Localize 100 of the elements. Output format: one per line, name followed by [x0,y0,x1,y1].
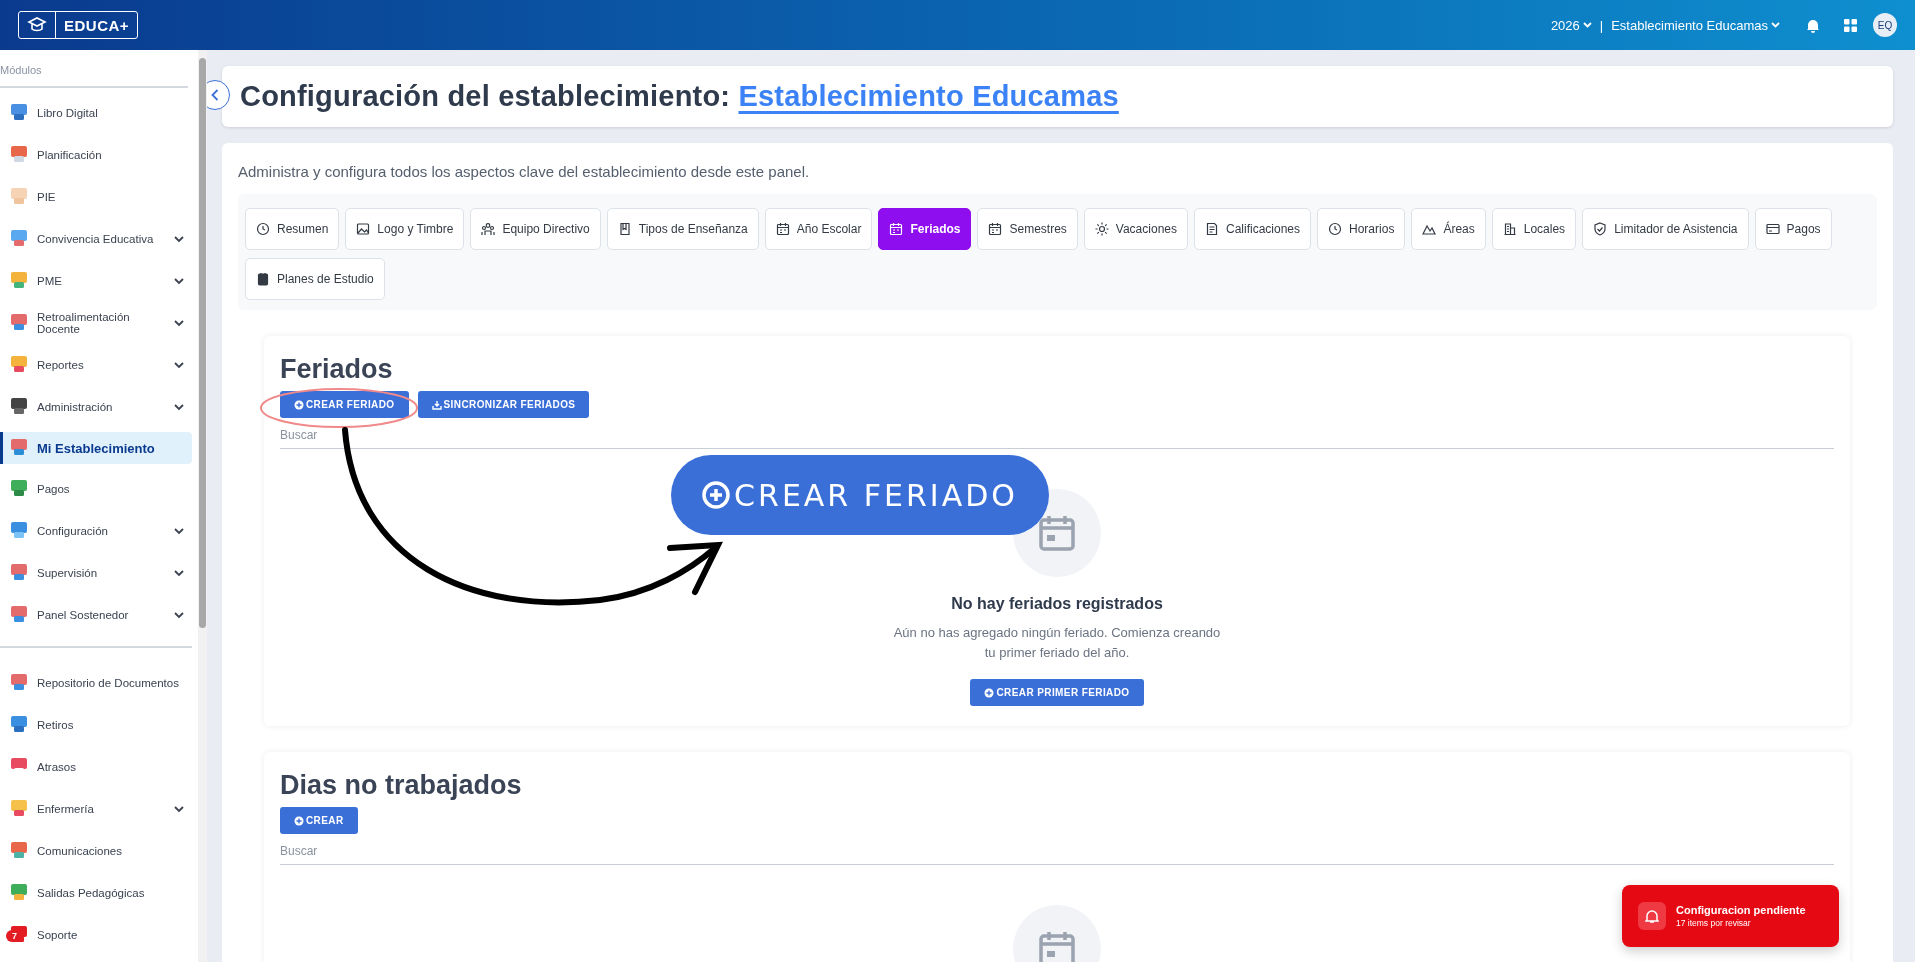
notification-bell-icon[interactable] [1806,17,1820,33]
pending-config-toast[interactable]: Configuracion pendiente 17 items por revisar [1622,885,1839,947]
tab[interactable]: Locales [1491,208,1577,250]
sidebar-item[interactable]: PME [0,260,192,302]
module-icon [9,312,29,332]
plus-circle-icon [294,815,304,826]
notification-bell-icon [1645,908,1659,924]
scrollbar[interactable] [198,50,207,962]
establishment-selector[interactable]: Establecimiento Educamas [1611,17,1780,33]
user-avatar[interactable]: EQ [1873,13,1897,37]
graduation-cap-icon [27,16,47,34]
tab[interactable]: Vacaciones [1083,208,1188,250]
plus-circle-icon [294,399,304,410]
clipboard-icon [256,272,270,286]
module-icon [9,478,29,498]
tab[interactable]: Horarios [1317,208,1406,250]
search-field[interactable]: Buscar [280,418,1834,449]
module-icon [9,228,29,248]
clock-icon [256,222,270,236]
search-field[interactable]: Buscar [280,834,1834,865]
people-icon [481,222,496,236]
module-icon [9,562,29,582]
section-title: Dias no trabajados [280,770,523,801]
sidebar-item[interactable]: Configuración [0,510,192,552]
module-icon [9,396,29,416]
tab[interactable]: Calificaciones [1194,208,1312,250]
chevron-down-icon [174,403,184,411]
sidebar-item[interactable]: Planificación [0,134,192,176]
chevron-down-icon [174,235,184,243]
chevron-down-icon [174,611,184,619]
tab[interactable]: Año Escolar [764,208,873,250]
year-selector[interactable]: 2026 [1550,17,1592,33]
chevron-left-icon [211,89,219,101]
module-icon [9,102,29,122]
sidebar-item[interactable]: PIE [0,176,192,218]
sidebar-item[interactable]: Retiros [0,704,192,746]
chevron-down-icon [1771,22,1780,28]
image-icon [356,222,371,236]
tab[interactable]: Logo y Timbre [345,208,465,250]
sidebar-item[interactable]: Libro Digital [0,92,192,134]
toast-title: Configuracion pendiente [1676,904,1806,916]
calendar-icon [1037,929,1077,962]
module-icon [9,840,29,860]
establishment-link[interactable]: Establecimiento Educamas [738,80,1119,112]
sidebar-item[interactable]: Enfermería [0,788,192,830]
chevron-down-icon [174,805,184,813]
tab[interactable]: Feriados [878,208,972,250]
page-description: Administra y configura todos los aspectos clave del establecimiento desde este panel. [238,163,811,180]
collapse-sidebar-button[interactable] [207,80,230,110]
module-icon [9,354,29,374]
module-icon [9,714,29,734]
tab[interactable]: Limitador de Asistencia [1582,208,1749,250]
sidebar-heading: Módulos [0,50,188,88]
sidebar-item[interactable]: Atrasos [0,746,192,788]
tab[interactable]: Tipos de Enseñanza [606,208,759,250]
sidebar-item[interactable]: Comunicaciones [0,830,192,872]
plus-circle-icon [702,481,731,509]
module-icon [9,186,29,206]
sidebar-item[interactable]: Supervisión [0,552,192,594]
action-button[interactable]: CREAR FERIADO [280,391,409,418]
clock-icon [1328,222,1343,236]
tab[interactable]: Resumen [245,208,340,250]
sidebar-item[interactable]: Retroalimentación Docente [0,302,192,344]
action-button[interactable]: CREAR [280,807,358,834]
sidebar-item[interactable]: Mi Establecimiento [0,432,192,464]
module-icon [9,520,29,540]
calendar-icon [775,222,790,236]
tab[interactable]: Áreas [1411,208,1486,250]
app-logo[interactable]: EDUCA+ [18,11,139,39]
module-icon [9,672,29,692]
action-button[interactable]: SINCRONIZAR FERIADOS [417,391,590,418]
tab[interactable]: Planes de Estudio [245,258,385,300]
module-icon [9,882,29,902]
sidebar-item[interactable]: Reportes [0,344,192,386]
sidebar-item[interactable]: Convivencia Educativa [0,218,192,260]
building-icon [1502,222,1517,236]
section-title: Feriados [280,354,394,385]
sidebar-item[interactable]: Repositorio de Documentos [0,662,192,704]
separator-text: | [1599,17,1604,33]
credit-card-icon [1765,222,1780,236]
create-first-button[interactable]: CREAR PRIMER FERIADO [970,679,1144,706]
chevron-down-icon [174,277,184,285]
plus-circle-icon [984,687,995,698]
download-icon [431,399,442,410]
sidebar-item[interactable]: Salidas Pedagógicas [0,872,192,914]
empty-state-text: Aún no has agregado ningún feriado. Comienza creando tu primer feriado del año. [892,624,1222,662]
module-icon [9,604,29,624]
sidebar-item[interactable]: Pagos [0,468,192,510]
document-icon [1205,222,1219,236]
calendar-icon [1037,513,1077,553]
toast-subtitle: 17 items por revisar [1676,918,1752,928]
chevron-down-icon [174,527,184,535]
sidebar-item[interactable]: Panel Sostenedor [0,594,192,636]
tab[interactable]: Semestres [977,208,1078,250]
tab[interactable]: Pagos [1754,208,1832,250]
sidebar-item[interactable]: Administración [0,386,192,428]
tab[interactable]: Equipo Directivo [470,208,601,250]
chevron-down-icon [174,569,184,577]
apps-grid-icon[interactable] [1844,18,1857,32]
module-icon [9,436,29,457]
